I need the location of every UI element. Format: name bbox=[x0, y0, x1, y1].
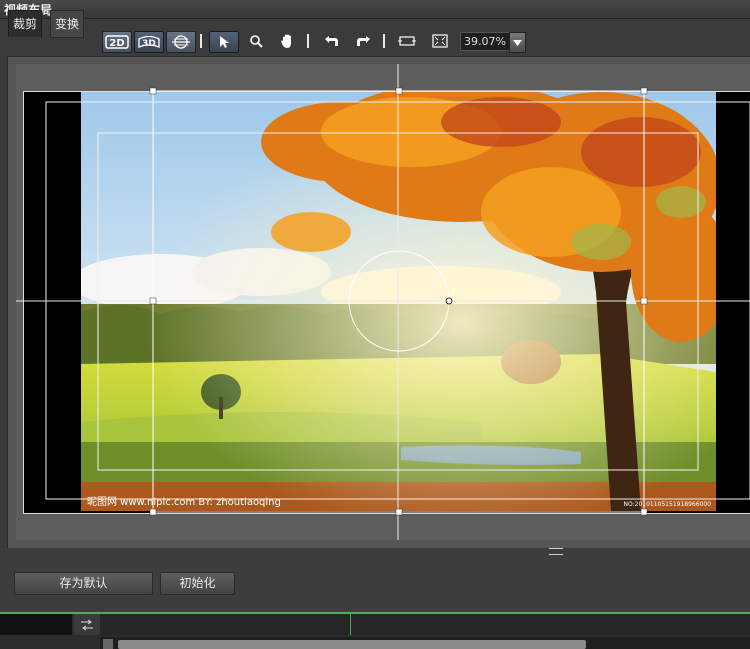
toolbar-separator bbox=[383, 34, 385, 48]
undo-icon bbox=[325, 36, 338, 46]
svg-text:3D: 3D bbox=[142, 39, 156, 49]
save-default-button[interactable]: 存为默认 bbox=[14, 572, 153, 595]
timeline-scroll-thumb[interactable] bbox=[118, 640, 586, 649]
playhead[interactable] bbox=[350, 614, 351, 635]
hand-tool-button[interactable] bbox=[273, 31, 301, 51]
zoom-input[interactable]: 39.07% bbox=[460, 32, 510, 51]
scroll-left-button[interactable] bbox=[103, 639, 113, 649]
zoom-tool-button[interactable] bbox=[242, 31, 270, 51]
chevron-down-icon bbox=[513, 39, 522, 46]
hand-icon bbox=[281, 34, 291, 48]
3d-mode-button[interactable]: 3D bbox=[134, 31, 164, 53]
preview-image: 昵图网 www.nipic.com BY: zhoutiaoqing NO:20… bbox=[81, 92, 716, 511]
fullscreen-button[interactable] bbox=[426, 31, 454, 51]
tab-transform[interactable]: 变换 bbox=[50, 10, 85, 38]
initialize-button[interactable]: 初始化 bbox=[160, 572, 235, 595]
2d-icon: 2D bbox=[105, 35, 129, 49]
panel-resize-grip[interactable] bbox=[549, 548, 563, 555]
arrow-cursor-icon bbox=[220, 36, 229, 48]
svg-text:2D: 2D bbox=[109, 38, 124, 49]
3d-icon: 3D bbox=[138, 35, 160, 49]
sphere-mode-button[interactable] bbox=[166, 31, 196, 53]
redo-icon bbox=[357, 36, 370, 46]
toolbar-separator bbox=[307, 34, 309, 48]
redo-button[interactable] bbox=[350, 31, 378, 51]
toolbar-separator bbox=[200, 34, 202, 48]
fullscreen-icon bbox=[432, 34, 448, 48]
swap-arrows-icon bbox=[81, 619, 93, 630]
zoom-dropdown-button[interactable] bbox=[509, 32, 526, 53]
magnifier-icon bbox=[250, 35, 263, 48]
fit-window-icon bbox=[398, 36, 416, 46]
track-header bbox=[0, 614, 72, 635]
watermark-left: 昵图网 www.nipic.com BY: zhoutiaoqing bbox=[87, 496, 281, 508]
timeline-ruler[interactable] bbox=[100, 614, 750, 635]
fit-window-button[interactable] bbox=[393, 31, 421, 51]
window-titlebar: 视频布局 bbox=[0, 0, 750, 19]
tab-crop[interactable]: 裁剪 bbox=[8, 10, 43, 37]
sphere-icon bbox=[172, 35, 190, 49]
2d-mode-button[interactable]: 2D bbox=[102, 31, 132, 53]
undo-button[interactable] bbox=[317, 31, 345, 51]
track-options-button[interactable] bbox=[74, 614, 100, 635]
autumn-landscape-image: 昵图网 www.nipic.com BY: zhoutiaoqing NO:20… bbox=[81, 92, 716, 511]
watermark-right: NO:20101105151918966000 bbox=[624, 501, 712, 508]
select-tool-button[interactable] bbox=[209, 31, 239, 53]
